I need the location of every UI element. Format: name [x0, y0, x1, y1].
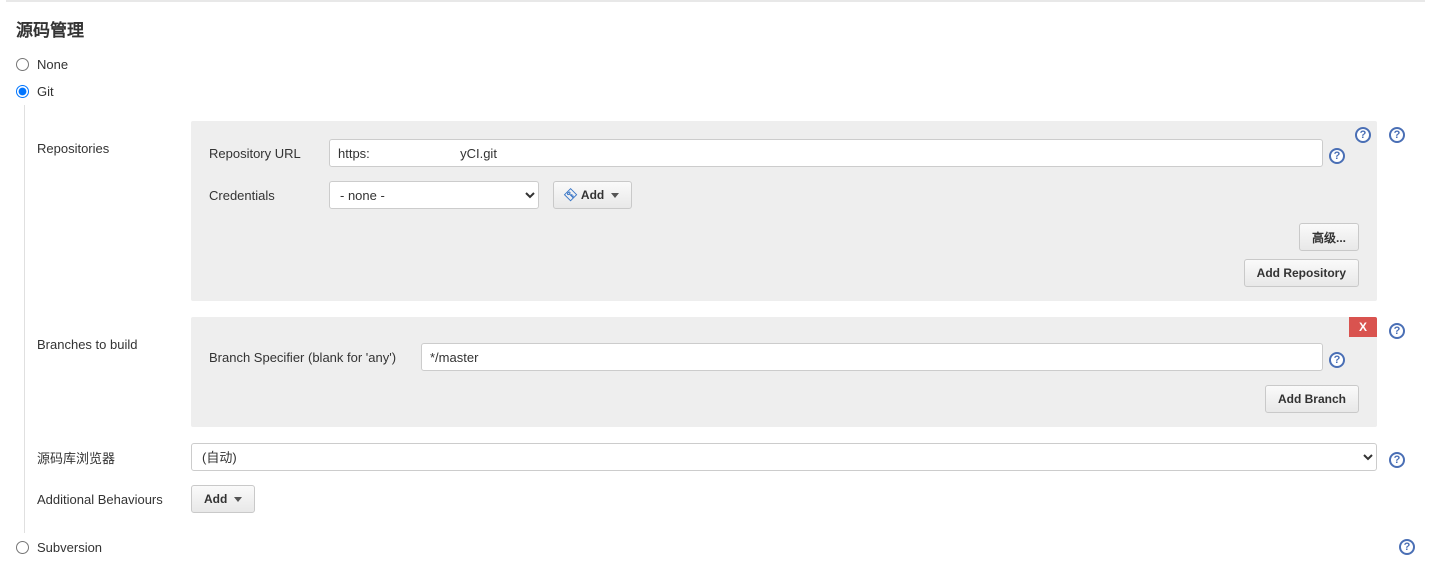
- help-icon[interactable]: ?: [1355, 127, 1371, 143]
- add-behaviour-button[interactable]: Add: [191, 485, 255, 513]
- add-credentials-label: Add: [581, 188, 604, 202]
- branches-panel: X Branch Specifier (blank for 'any') ? A…: [191, 317, 1377, 427]
- advanced-button[interactable]: 高级...: [1299, 223, 1359, 251]
- credentials-label: Credentials: [209, 188, 323, 203]
- branch-specifier-label: Branch Specifier (blank for 'any'): [209, 350, 415, 365]
- help-icon[interactable]: ?: [1389, 452, 1405, 468]
- scm-label-git: Git: [37, 84, 54, 99]
- repositories-label: Repositories: [27, 121, 179, 156]
- add-credentials-button[interactable]: ⚿ Add: [553, 181, 632, 209]
- key-icon: ⚿: [562, 186, 580, 204]
- help-icon[interactable]: ?: [1329, 148, 1345, 164]
- add-behaviour-label: Add: [204, 492, 227, 506]
- scm-option-git[interactable]: Git: [6, 78, 1425, 105]
- behaviours-label: Additional Behaviours: [27, 492, 179, 507]
- add-repository-button[interactable]: Add Repository: [1244, 259, 1359, 287]
- help-icon[interactable]: ?: [1389, 323, 1405, 339]
- help-icon[interactable]: ?: [1399, 539, 1415, 555]
- scm-option-subversion[interactable]: Subversion: [16, 540, 102, 555]
- help-icon[interactable]: ?: [1329, 352, 1345, 368]
- add-branch-button[interactable]: Add Branch: [1265, 385, 1359, 413]
- browser-label: 源码库浏览器: [27, 448, 179, 467]
- delete-branch-button[interactable]: X: [1349, 317, 1377, 337]
- browser-select[interactable]: (自动): [191, 443, 1377, 471]
- section-title: 源码管理: [6, 1, 1425, 51]
- repo-url-input[interactable]: [329, 139, 1323, 167]
- scm-label-subversion: Subversion: [37, 540, 102, 555]
- repo-url-label: Repository URL: [209, 146, 323, 161]
- scm-option-none[interactable]: None: [6, 51, 1425, 78]
- scm-radio-git[interactable]: [16, 85, 29, 98]
- help-icon[interactable]: ?: [1389, 127, 1405, 143]
- credentials-select[interactable]: - none -: [329, 181, 539, 209]
- branches-label: Branches to build: [27, 317, 179, 352]
- repositories-panel: ? Repository URL ? Credentials - none -: [191, 121, 1377, 301]
- scm-radio-none[interactable]: [16, 58, 29, 71]
- scm-label-none: None: [37, 57, 68, 72]
- branch-specifier-input[interactable]: [421, 343, 1323, 371]
- chevron-down-icon: [611, 193, 619, 198]
- chevron-down-icon: [234, 497, 242, 502]
- scm-radio-subversion[interactable]: [16, 541, 29, 554]
